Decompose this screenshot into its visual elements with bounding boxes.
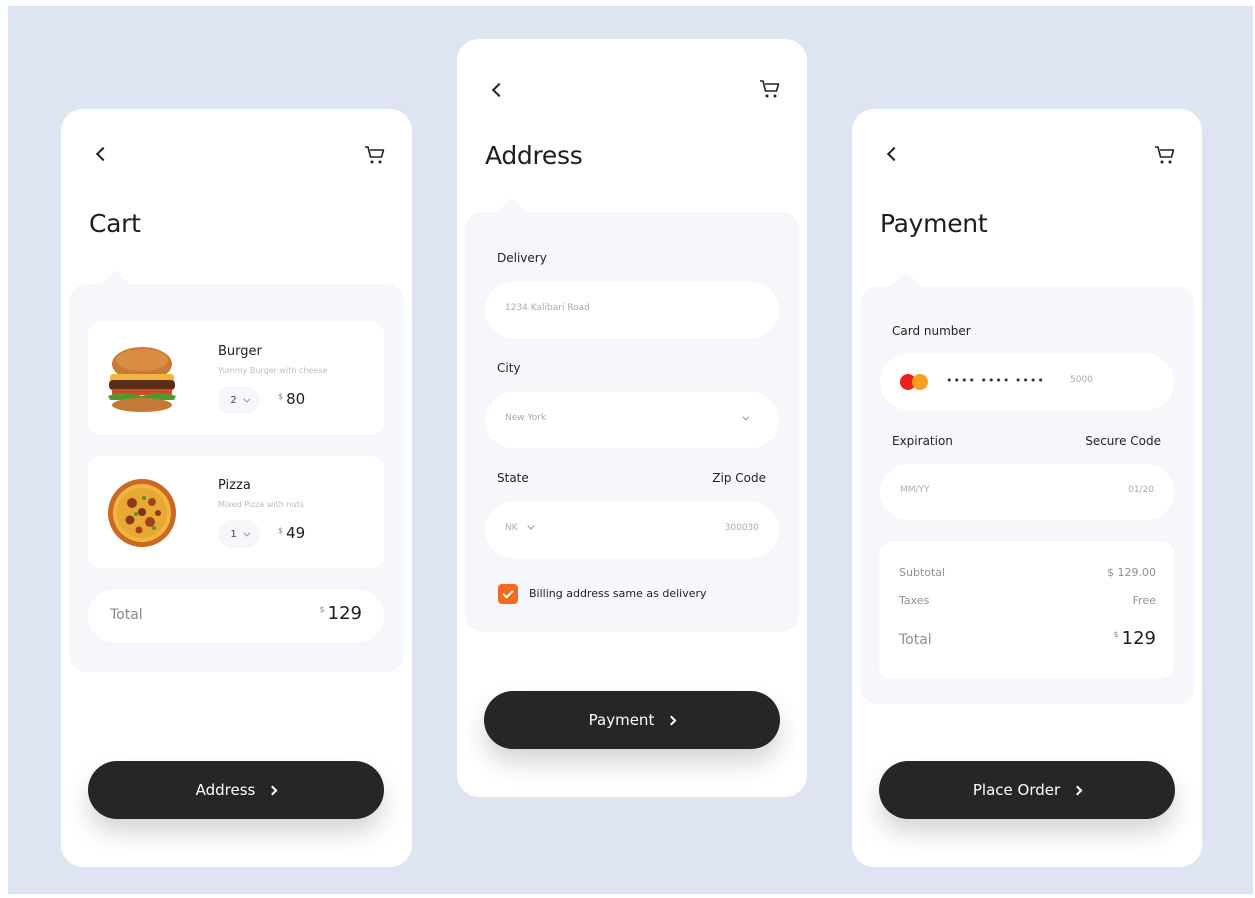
total-card: Total $129 (88, 590, 384, 642)
card-number-label: Card number (892, 324, 971, 338)
zip-value[interactable]: 300030 (725, 523, 759, 533)
payment-button[interactable]: Payment (484, 691, 780, 749)
chevron-down-icon (526, 522, 534, 530)
page-title: Address (485, 141, 583, 170)
card-masked: •••• •••• •••• (946, 374, 1045, 387)
cart-icon[interactable] (759, 79, 781, 99)
payment-panel: Card number •••• •••• •••• 5000 Expirati… (860, 286, 1194, 704)
item-name: Burger (218, 344, 262, 359)
page-title: Payment (880, 209, 988, 238)
address-screen: Address Delivery 1234 Kalibari Road City… (457, 39, 807, 797)
chevron-down-icon (243, 529, 251, 537)
chevron-right-icon (666, 715, 677, 725)
payment-screen: Payment Card number •••• •••• •••• 5000 … (852, 109, 1202, 867)
city-value: New York (505, 413, 547, 423)
billing-checkbox[interactable] (498, 584, 518, 604)
expiration-secure-field[interactable]: MM/YY 01/20 (880, 464, 1174, 520)
quantity-value: 2 (230, 394, 237, 406)
cart-icon[interactable] (364, 145, 386, 165)
item-description: Yummy Burger with cheese (218, 366, 328, 375)
cart-panel: Burger Yummy Burger with cheese 2 $80 Pi… (69, 284, 404, 672)
quantity-select[interactable]: 2 (218, 386, 260, 414)
state-value[interactable]: NK (505, 522, 534, 533)
order-summary: Subtotal $ 129.00 Taxes Free Total $129 (879, 542, 1174, 678)
city-label: City (497, 361, 521, 375)
button-label: Address (195, 781, 256, 799)
city-select[interactable]: New York (485, 392, 779, 448)
expiration-input[interactable]: MM/YY (900, 485, 930, 495)
item-price: $80 (278, 390, 306, 408)
total-label: Total (110, 607, 143, 623)
address-button[interactable]: Address (88, 761, 384, 819)
pizza-image (108, 479, 176, 547)
chevron-down-icon (742, 413, 750, 421)
background: Cart Burger Yummy Burger with cheese 2 $… (8, 6, 1253, 894)
chevron-down-icon (243, 395, 251, 403)
billing-label: Billing address same as delivery (529, 587, 707, 600)
state-label: State (497, 471, 529, 485)
back-arrow-icon[interactable] (886, 147, 898, 159)
button-label: Payment (588, 711, 655, 729)
back-arrow-icon[interactable] (95, 147, 107, 159)
address-panel: Delivery 1234 Kalibari Road City New Yor… (465, 212, 799, 632)
item-price: $49 (278, 524, 306, 542)
quantity-value: 1 (230, 528, 237, 540)
button-label: Place Order (972, 781, 1061, 799)
page-title: Cart (89, 209, 141, 238)
card-number-input[interactable]: •••• •••• •••• 5000 (880, 354, 1174, 410)
expiration-label: Expiration (892, 434, 953, 448)
zip-label: Zip Code (712, 471, 766, 485)
cart-icon[interactable] (1154, 145, 1176, 165)
state-zip-field[interactable]: NK 300030 (485, 502, 779, 558)
cart-screen: Cart Burger Yummy Burger with cheese 2 $… (61, 109, 412, 867)
item-description: Mixed Pizza with nuts (218, 500, 304, 509)
subtotal-row: Subtotal $ 129.00 (899, 566, 1156, 579)
back-arrow-icon[interactable] (491, 83, 503, 95)
taxes-row: Taxes Free (899, 594, 1156, 607)
secure-code-label: Secure Code (1085, 434, 1161, 448)
delivery-label: Delivery (497, 251, 547, 265)
chevron-right-icon (1072, 785, 1083, 795)
delivery-input[interactable]: 1234 Kalibari Road (485, 282, 779, 338)
quantity-select[interactable]: 1 (218, 520, 260, 548)
chevron-right-icon (267, 785, 278, 795)
delivery-value: 1234 Kalibari Road (505, 303, 590, 313)
cart-item-burger[interactable]: Burger Yummy Burger with cheese 2 $80 (88, 322, 384, 434)
item-name: Pizza (218, 478, 251, 493)
place-order-button[interactable]: Place Order (879, 761, 1175, 819)
burger-image (108, 347, 176, 412)
total-row: Total $129 (899, 628, 1156, 649)
cart-item-pizza[interactable]: Pizza Mixed Pizza with nuts 1 $49 (88, 456, 384, 568)
total-value: $129 (319, 603, 362, 624)
secure-code-input[interactable]: 01/20 (1128, 485, 1154, 495)
card-last4: 5000 (1070, 375, 1093, 385)
mastercard-icon (900, 374, 930, 390)
